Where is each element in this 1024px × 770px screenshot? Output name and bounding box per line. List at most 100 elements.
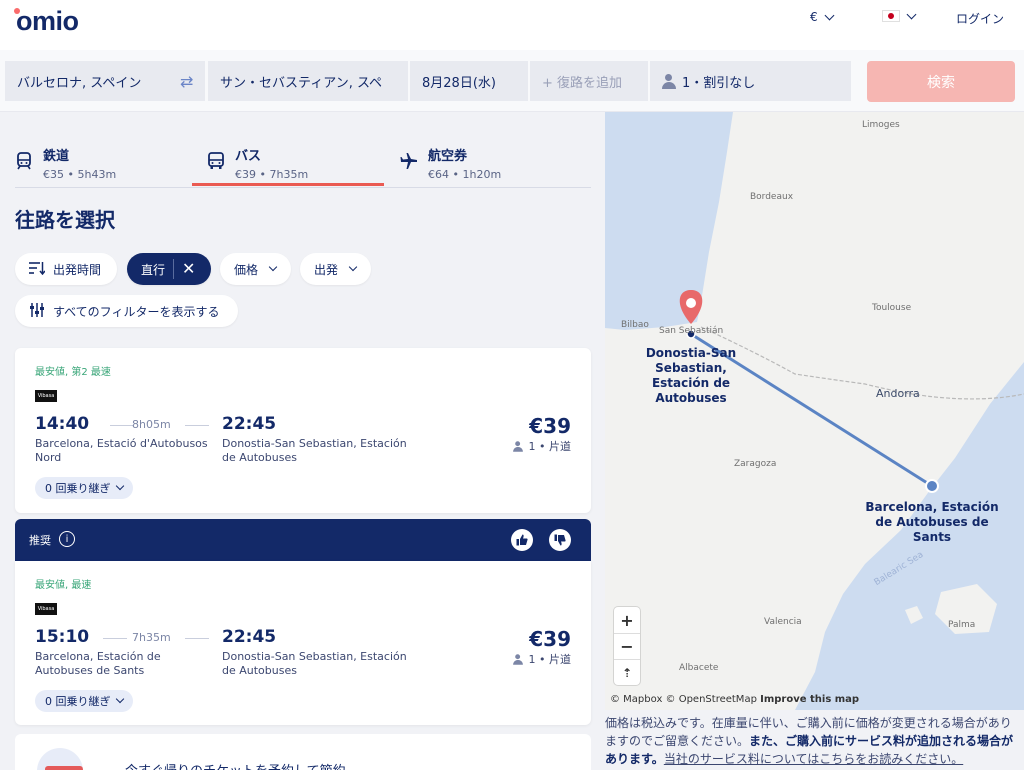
departure-station: Barcelona, Estació d'Autobusos Nord [35, 437, 208, 464]
improve-map-link[interactable]: Improve this map [760, 694, 859, 705]
result-tag: 最安値, 最速 [35, 580, 92, 591]
map-label-bordeaux: Bordeaux [750, 192, 794, 202]
chevron-down-icon [115, 481, 124, 491]
map-label-andorra: Andorra [876, 387, 920, 400]
tab-bus-summary: €39 • 7h35m [235, 168, 309, 181]
info-icon[interactable]: i [59, 531, 75, 547]
recommended-bar: 推奨 i [15, 519, 591, 561]
passenger-info-label: 1 • 片道 [528, 440, 571, 453]
japan-flag-icon [882, 10, 900, 22]
currency-label: € [810, 10, 818, 24]
tab-flight-label: 航空券 [428, 149, 468, 164]
duration-line [185, 638, 209, 639]
result-price: €39 [529, 627, 571, 651]
all-filters-label: すべてのフィルターを表示する [53, 304, 220, 319]
close-icon[interactable]: ✕ [182, 261, 195, 277]
service-fee-link[interactable]: 当社のサービス料についてはこちらをお読みください。 [664, 752, 963, 766]
tab-train[interactable]: 鉄道 €35 • 5h43m [15, 140, 116, 188]
operator-logo: Vibasa [35, 603, 57, 615]
passenger-info: 1 • 片道 [511, 651, 571, 667]
return-ticket-promo[interactable]: 今すぐ帰りのチケットを予約して節約 [15, 734, 591, 770]
origin-label: Barcelona, Estación de Autobuses de Sant… [865, 500, 999, 544]
price-filter-chip[interactable]: 価格 [220, 253, 291, 285]
person-icon [512, 653, 523, 665]
date-field[interactable]: 8月28日(水) [410, 61, 528, 101]
map-label-valencia: Valencia [764, 617, 802, 627]
map-zoom-controls: + − ⇡ [614, 607, 640, 685]
route-map[interactable]: Limoges Bordeaux Toulouse Bilbao San Seb… [605, 112, 1024, 710]
map-label-albacete: Albacete [679, 663, 719, 673]
arrival-time: 22:45 [222, 627, 277, 647]
map-label-san-sebastian: San Sebastián [659, 326, 724, 336]
all-filters-button[interactable]: すべてのフィルターを表示する [15, 295, 238, 327]
zoom-in-button[interactable]: + [614, 607, 640, 633]
top-bar: omio € ログイン [0, 0, 1024, 50]
map-label-zaragoza: Zaragoza [734, 459, 777, 469]
transfers-toggle[interactable]: 0 回乗り継ぎ [35, 690, 133, 712]
price-footnote: 価格は税込みです。在庫量に伴い、ご購入前に価格が変更される場合がありますのでご留… [605, 714, 1019, 768]
tab-flight[interactable]: 航空券 €64 • 1h20m [400, 140, 501, 188]
map-attribution: © Mapbox © OpenStreetMap Improve this ma… [610, 694, 859, 705]
transfers-toggle[interactable]: 0 回乗り継ぎ [35, 477, 133, 499]
result-card[interactable]: 最安値, 第2 最速 Vibasa 14:40 8h05m 22:45 Barc… [15, 348, 591, 513]
language-selector[interactable] [882, 9, 917, 22]
bus-icon [207, 152, 225, 170]
currency-selector[interactable]: € [810, 10, 835, 24]
departure-time: 15:10 [35, 627, 90, 647]
passengers-field[interactable]: 1・割引なし [650, 61, 851, 101]
arrival-station: Donostia-San Sebastian, Estación de Auto… [222, 437, 407, 464]
result-price: €39 [529, 414, 571, 438]
map-label-toulouse: Toulouse [872, 303, 912, 313]
to-field[interactable]: サン・セバスティアン, スペ [208, 61, 408, 101]
active-tab-indicator [192, 183, 384, 186]
tab-train-label: 鉄道 [43, 149, 70, 164]
trip-duration: 8h05m [132, 418, 171, 431]
search-button[interactable]: 検索 [867, 61, 1015, 102]
sort-icon [29, 261, 46, 278]
bus-illustration-icon [37, 748, 83, 770]
trip-duration: 7h35m [132, 631, 171, 644]
map-label-palma: Palma [948, 620, 976, 630]
passengers-label: 1・割引なし [682, 75, 756, 91]
tab-bus[interactable]: バス €39 • 7h35m [207, 140, 308, 188]
result-tag: 最安値, 第2 最速 [35, 367, 111, 378]
passenger-info: 1 • 片道 [511, 438, 571, 454]
plane-icon [400, 152, 418, 170]
direct-label: 直行 [141, 262, 166, 277]
person-icon [512, 440, 523, 452]
swap-icon[interactable]: ⇄ [180, 72, 193, 91]
thumbs-down-icon[interactable] [549, 529, 571, 551]
omio-logo[interactable]: omio [16, 6, 79, 37]
filter-sliders-icon [29, 302, 45, 320]
departure-time-label: 出発時間 [53, 262, 102, 277]
map-label-bilbao: Bilbao [621, 320, 649, 330]
transfers-label: 0 回乗り継ぎ [45, 695, 111, 708]
destination-label: Donostia-San Sebastian, Estación de Auto… [645, 346, 737, 405]
transport-mode-tabs: 鉄道 €35 • 5h43m バス €39 • 7h35m 航空券 €64 • … [15, 140, 591, 188]
chevron-down-icon [824, 10, 835, 20]
zoom-out-button[interactable]: − [614, 633, 640, 659]
arrival-station: Donostia-San Sebastian, Estación de Auto… [222, 650, 407, 677]
departure-filter-chip[interactable]: 出発 [300, 253, 371, 285]
chevron-down-icon [115, 694, 124, 704]
departure-time-sort-chip[interactable]: 出発時間 [15, 253, 117, 285]
compass-button[interactable]: ⇡ [614, 659, 640, 685]
chevron-down-icon [268, 262, 278, 272]
departure-station: Barcelona, Estación de Autobuses de Sant… [35, 650, 161, 677]
login-link[interactable]: ログイン [956, 10, 1004, 27]
duration-line [185, 425, 209, 426]
thumbs-up-icon[interactable] [511, 529, 533, 551]
person-icon [662, 73, 676, 89]
duration-line [103, 638, 127, 639]
train-icon [15, 152, 33, 170]
return-field[interactable]: + 復路を追加 [530, 61, 648, 101]
direct-filter-chip[interactable]: 直行 ✕ [127, 253, 211, 285]
search-bar: バルセロナ, スペイン ⇄ サン・セバスティアン, スペ 8月28日(水) + … [0, 50, 1024, 112]
promo-text: 今すぐ帰りのチケットを予約して節約 [125, 760, 346, 770]
transfers-label: 0 回乗り継ぎ [45, 482, 111, 495]
from-field[interactable]: バルセロナ, スペイン [5, 61, 205, 101]
arrival-time: 22:45 [222, 414, 277, 434]
attribution-text[interactable]: © Mapbox © OpenStreetMap [610, 694, 757, 705]
price-filter-label: 価格 [234, 262, 259, 277]
result-card[interactable]: 最安値, 最速 Vibasa 15:10 7h35m 22:45 Barcelo… [15, 561, 591, 725]
